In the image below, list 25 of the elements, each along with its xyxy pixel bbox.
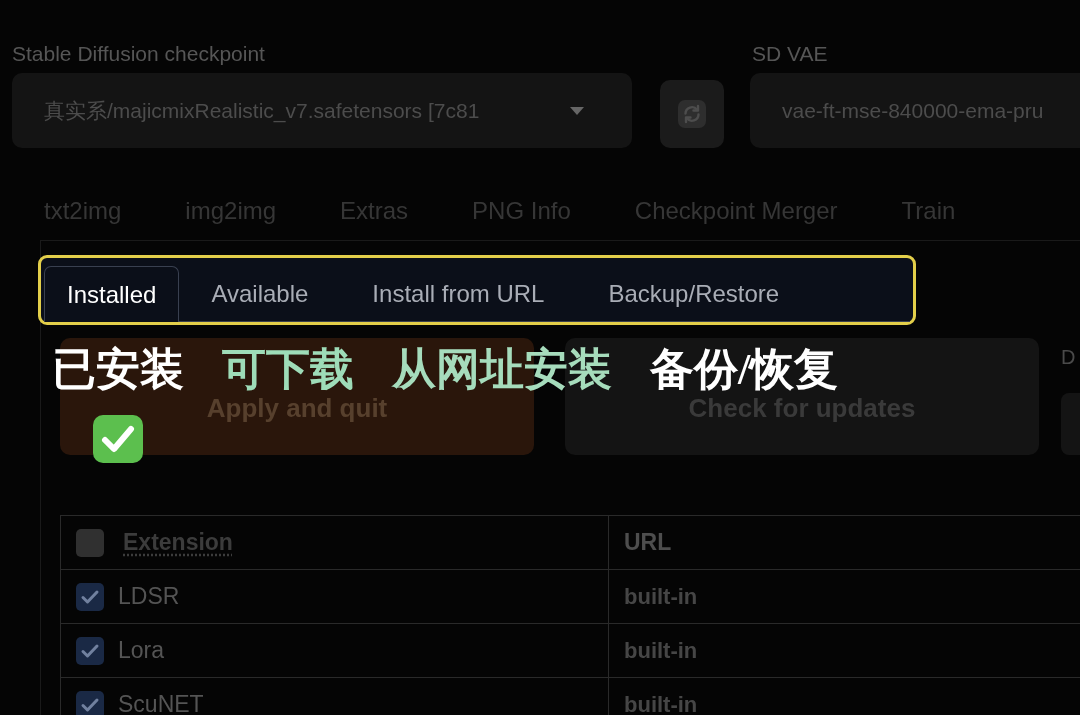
checkbox[interactable] [76, 636, 104, 665]
field-label: D [1061, 345, 1077, 369]
tab[interactable]: Available [179, 266, 341, 322]
check-mark-icon [93, 415, 143, 463]
refresh-icon [678, 100, 706, 128]
model-dropdown[interactable]: 真实系/majicmixRealistic_v7.safetensors [7c81 [12, 73, 632, 148]
annotation-text: 备份/恢复 [650, 348, 839, 392]
extension-name: ScuNET [118, 690, 204, 715]
vae-dropdown[interactable]: vae-ft-mse-840000-ema-pru [750, 73, 1080, 148]
extension-name: Lora [118, 636, 165, 666]
field-label: Stable Diffusion checkpoint [12, 42, 266, 66]
extension-name: LDSR [118, 582, 180, 612]
checkbox[interactable] [76, 690, 104, 715]
tab[interactable]: Installed [44, 266, 180, 322]
table-cell: built-in [609, 570, 1080, 624]
checkbox[interactable] [76, 582, 104, 611]
annotation-text: 可下载 [222, 348, 354, 392]
table-cell: built-in [609, 624, 1080, 678]
tab[interactable]: Install from URL [340, 266, 577, 322]
field-label: SD VAE [752, 42, 829, 66]
tab[interactable]: Backup/Restore [576, 266, 812, 322]
column-header: URL [609, 516, 1080, 570]
caret-icon [570, 106, 584, 115]
checkbox[interactable] [76, 528, 104, 557]
table-cell: built-in [609, 678, 1080, 715]
